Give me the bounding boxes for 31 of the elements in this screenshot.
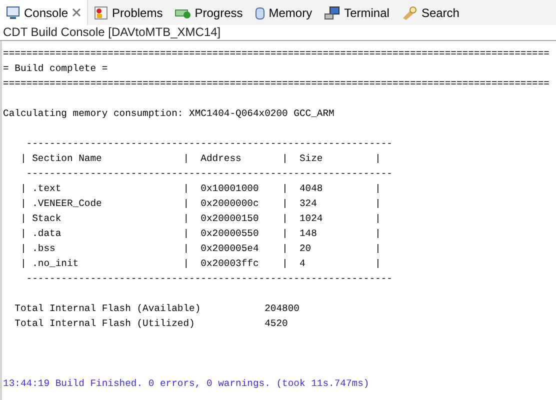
console-line: ============================================================================================== (3, 77, 550, 91)
warning-list-icon (94, 6, 108, 20)
console-line: --------------------------------------------------------------- (25, 272, 394, 286)
computer-icon (324, 6, 340, 20)
console-line: | Stack | 0x20000150 | 1024 | (19, 212, 382, 226)
view-tab[interactable]: Search (395, 0, 466, 25)
console-line: | .text | 0x10001000 | 4048 | (19, 182, 382, 196)
console-line: ============================================================================================== (3, 47, 550, 61)
console-line: | .no_init | 0x20003ffc | 4 | (19, 257, 382, 271)
console-line: --------------------------------------------------------------- (25, 167, 394, 181)
view-tab[interactable]: Terminal (318, 0, 396, 25)
cylinder-icon (254, 6, 265, 20)
console-line: | .VENEER_Code | 0x2000000c | 324 | (19, 197, 382, 211)
view-tab[interactable]: Problems (88, 0, 169, 25)
view-tab[interactable]: Console (0, 0, 88, 25)
monitor-icon (6, 6, 20, 20)
view-tab[interactable]: Memory (248, 0, 318, 25)
console-title: CDT Build Console [DAVtoMTB_XMC14] (0, 25, 556, 41)
console-line: --------------------------------------------------------------- (25, 137, 394, 151)
flashlight-icon (401, 6, 418, 20)
console-line: = Build complete = (3, 62, 109, 76)
progress-bar-icon (174, 6, 191, 18)
close-icon[interactable] (72, 8, 82, 17)
console-line: | .data | 0x20000550 | 148 | (19, 227, 382, 241)
console-line: Total Internal Flash (Utilized) 4520 (14, 317, 289, 331)
build-status-line: 13:44:19 Build Finished. 0 errors, 0 warnings. (took 11s.747ms) (3, 377, 370, 391)
view-tab[interactable]: Progress (168, 0, 249, 25)
console-line: | .bss | 0x200005e4 | 20 | (19, 242, 382, 256)
console-line: | Section Name | Address | Size | (19, 152, 382, 166)
console-line: Total Internal Flash (Available) 204800 (14, 302, 300, 316)
console-line: Calculating memory consumption: XMC1404-Q064x0200 GCC_ARM (3, 107, 336, 121)
